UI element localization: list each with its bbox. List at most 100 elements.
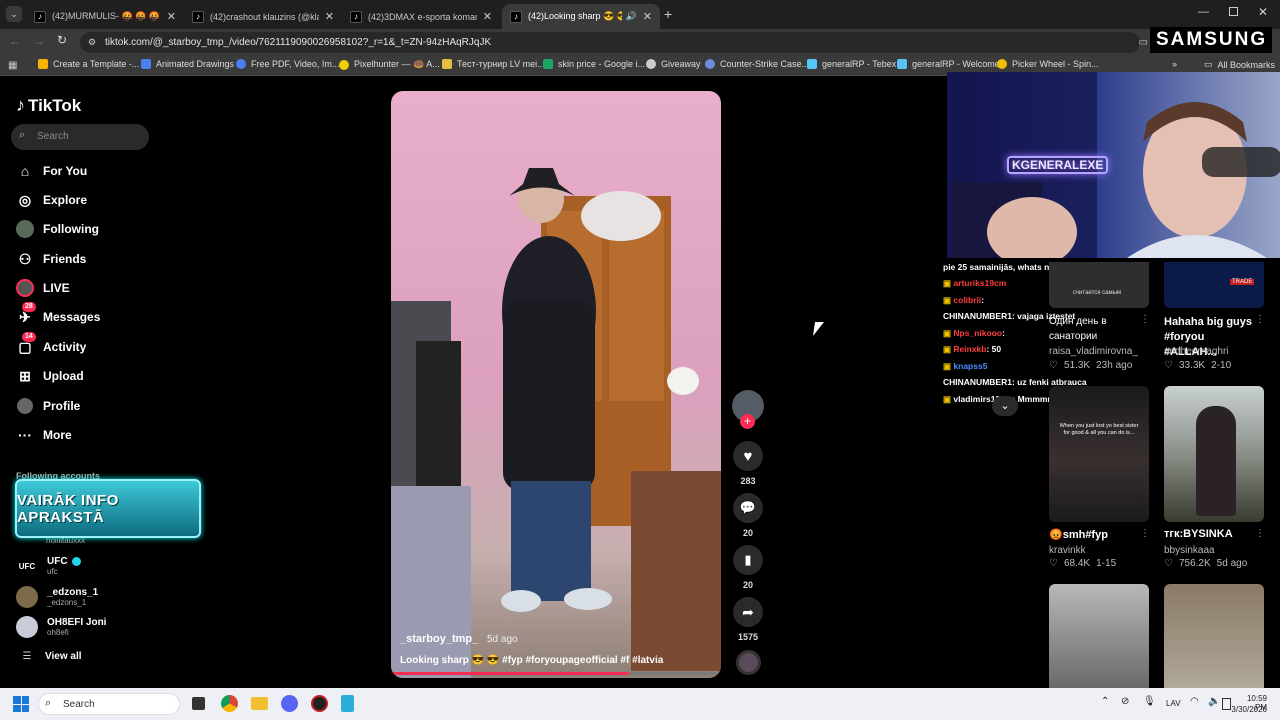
reload-button[interactable]: ↻: [57, 33, 67, 47]
tab-search-icon[interactable]: ⌄: [6, 6, 22, 22]
task-view-icon[interactable]: [192, 697, 205, 710]
upload-icon: ⊞: [19, 367, 31, 384]
close-tab-icon[interactable]: ✕: [167, 10, 176, 23]
video-card-author[interactable]: kravinkk: [1049, 545, 1086, 556]
new-tab-button[interactable]: +: [664, 6, 672, 22]
music-disc-icon[interactable]: [736, 650, 761, 675]
all-bookmarks-button[interactable]: ▭ All Bookmarks: [1204, 59, 1275, 70]
video-progress-track[interactable]: [391, 672, 721, 675]
nav-profile[interactable]: Profile: [16, 397, 80, 415]
video-thumbnail[interactable]: TRADE: [1164, 262, 1264, 308]
close-window-button[interactable]: ✕: [1258, 5, 1268, 19]
live-icon: [16, 279, 34, 297]
bookmark-item[interactable]: Counter-Strike Case...: [705, 59, 809, 69]
video-card-author[interactable]: andheernaghri: [1164, 346, 1229, 357]
close-tab-icon[interactable]: ✕: [483, 10, 492, 23]
video-thumbnail[interactable]: When you just lost yo best sister for go…: [1049, 386, 1149, 522]
browser-tab[interactable]: ♪(42)3DMAX e-sporta komanda✕: [342, 4, 500, 29]
video-card-title[interactable]: 😡smh#fyp: [1049, 528, 1108, 541]
comment-button[interactable]: 💬: [733, 493, 763, 523]
heart-outline-icon: ♡: [1049, 558, 1058, 569]
minimize-button[interactable]: —: [1198, 6, 1209, 18]
wifi-icon[interactable]: ◠: [1190, 696, 1199, 707]
back-button[interactable]: ←: [9, 34, 21, 48]
video-card-author[interactable]: bbysinkaaa: [1164, 545, 1215, 556]
browser-tab-active[interactable]: ♪(42)Looking sharp 😎 😎 #fy🔊✕: [502, 4, 660, 29]
search-input[interactable]: ⌕ Search: [11, 124, 149, 150]
heart-outline-icon: ♡: [1164, 360, 1173, 371]
bookmark-item[interactable]: Picker Wheel - Spin...: [997, 59, 1099, 69]
account-item[interactable]: UFC UFC ufc: [16, 555, 81, 577]
video-thumbnail[interactable]: [1164, 584, 1264, 688]
video-author[interactable]: _starboy_tmp_: [400, 633, 478, 645]
notepad-icon[interactable]: [341, 695, 354, 712]
nav-live[interactable]: LIVE: [16, 279, 70, 297]
bookmark-item[interactable]: Create a Template -...: [38, 59, 139, 69]
nav-upload[interactable]: ⊞ Upload: [16, 367, 84, 385]
forward-button[interactable]: →: [33, 34, 45, 48]
tiktok-logo[interactable]: ♪ TikTok: [16, 95, 81, 116]
view-all-link[interactable]: ☰ View all: [16, 651, 82, 662]
bookmark-item[interactable]: generalRP - Welcome: [897, 59, 1000, 69]
nav-more[interactable]: ··· More: [16, 426, 72, 444]
bookmark-item[interactable]: Тест-турнир LV mei...: [442, 59, 545, 69]
speaker-icon[interactable]: 🔊: [626, 11, 637, 22]
bookmark-item[interactable]: generalRP - Tebex: [807, 59, 896, 69]
maximize-button[interactable]: [1229, 7, 1238, 16]
bookmark-item[interactable]: Free PDF, Video, Im...: [236, 59, 339, 69]
bookmarks-overflow-icon[interactable]: »: [1172, 59, 1177, 69]
video-card-title[interactable]: Один день в санатории: [1049, 314, 1135, 344]
taskbar-search[interactable]: ⌕ Search: [38, 693, 180, 715]
browser-tab[interactable]: ♪(42)MURMULIS- 🤬 🤬 🤬 (@na✕: [26, 4, 184, 29]
tray-overflow-icon[interactable]: ⌃: [1101, 696, 1109, 707]
follow-button[interactable]: +: [740, 414, 755, 429]
apps-icon[interactable]: ▦: [8, 60, 17, 71]
install-app-icon[interactable]: ▭: [1139, 32, 1148, 53]
nav-for-you[interactable]: ⌂ For You: [16, 162, 87, 180]
discord-icon[interactable]: [281, 695, 298, 712]
microphone-icon[interactable]: 🎙: [1143, 696, 1156, 707]
video-player[interactable]: _starboy_tmp_ 5d ago Looking sharp 😎 😎 #…: [391, 91, 721, 678]
more-options-icon[interactable]: ⋮: [1140, 528, 1150, 539]
more-options-icon[interactable]: ⋮: [1255, 528, 1265, 539]
video-progress-fill: [391, 672, 629, 675]
more-options-icon[interactable]: ⋮: [1255, 314, 1265, 325]
video-thumbnail[interactable]: [1164, 386, 1264, 522]
nav-activity[interactable]: ▢ 14 Activity: [16, 332, 86, 356]
video-thumbnail[interactable]: [1049, 584, 1149, 688]
network-icon[interactable]: ⊘: [1121, 696, 1129, 707]
address-bar[interactable]: ⚙ tiktok.com/@_starboy_tmp_/video/762111…: [80, 32, 1148, 53]
chrome-taskbar-icon[interactable]: [221, 695, 238, 712]
bookmark-item[interactable]: Animated Drawings: [141, 59, 234, 69]
account-item[interactable]: OH8EFI Joni oh8efi: [16, 616, 106, 638]
browser-tab[interactable]: ♪(42)crashout klauzins (@klauzin✕: [184, 4, 342, 29]
more-options-icon[interactable]: ⋮: [1140, 314, 1150, 325]
close-tab-icon[interactable]: ✕: [643, 10, 652, 23]
app-icon[interactable]: [311, 695, 328, 712]
like-button[interactable]: ♥: [733, 441, 763, 471]
account-item[interactable]: _edzons_1 _edzons_1: [16, 586, 98, 608]
close-tab-icon[interactable]: ✕: [325, 10, 334, 23]
start-button[interactable]: [13, 696, 29, 712]
scroll-down-button[interactable]: ⌄: [992, 396, 1018, 416]
chat-message: ▣ arturiks19cm: [943, 278, 1007, 288]
video-thumbnail[interactable]: считается самым: [1049, 262, 1149, 308]
bookmark-favicon-icon: [897, 59, 907, 69]
nav-explore[interactable]: ◎ Explore: [16, 191, 87, 209]
nav-friends[interactable]: ⚇ Friends: [16, 250, 87, 268]
file-explorer-icon[interactable]: [251, 697, 268, 710]
video-card-author[interactable]: raisa_vladimirovna_: [1049, 346, 1138, 357]
bookmark-item[interactable]: Pixelhunter — 🍩 A...: [339, 59, 440, 70]
bookmark-icon: ▮: [744, 552, 752, 567]
video-card-title[interactable]: тгк:BYSINKA: [1164, 528, 1233, 540]
share-button[interactable]: ➦: [733, 597, 763, 627]
nav-following[interactable]: Following: [16, 220, 99, 238]
nav-messages[interactable]: ✈ 28 Messages: [16, 302, 100, 326]
language-indicator[interactable]: LAV: [1166, 699, 1181, 708]
bookmark-item[interactable]: Giveaway: [646, 59, 701, 69]
clock-date[interactable]: 3/30/2026: [1227, 705, 1267, 714]
save-button[interactable]: ▮: [733, 545, 763, 575]
volume-icon[interactable]: 🔈: [1208, 696, 1220, 707]
site-info-icon[interactable]: ⚙: [88, 32, 96, 53]
bookmark-item[interactable]: skin price - Google i...: [543, 59, 645, 69]
